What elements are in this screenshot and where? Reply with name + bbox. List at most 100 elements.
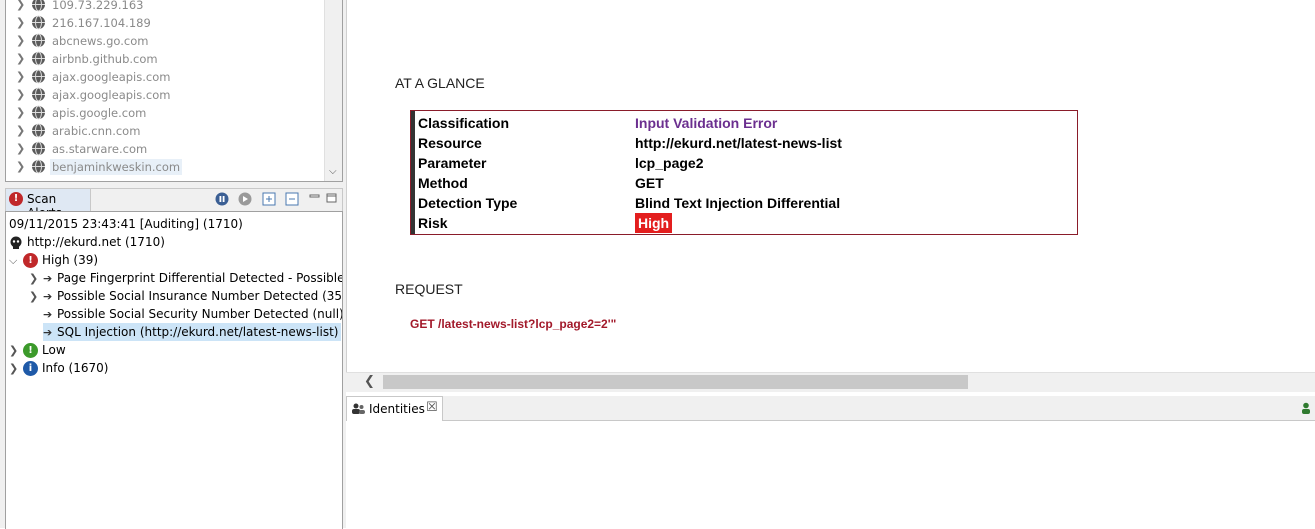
chevron-down-icon[interactable]: ⌵ — [9, 252, 23, 270]
play-icon[interactable] — [238, 192, 252, 206]
host-item[interactable]: ❯ as.starware.com — [6, 140, 326, 158]
pause-icon[interactable] — [215, 192, 229, 206]
globe-icon — [32, 33, 45, 48]
globe-icon — [32, 51, 45, 66]
left-column: ❯ 109.73.229.163 ❯ 216.167.104.189 ❯ abc… — [0, 0, 346, 529]
chevron-right-icon[interactable]: ❯ — [16, 161, 28, 173]
chevron-right-icon[interactable]: ❯ — [16, 143, 28, 155]
row-key: Parameter — [418, 155, 487, 171]
minimize-icon[interactable] — [308, 192, 322, 206]
row-value: Blind Text Injection Differential — [635, 195, 841, 211]
alerts-tab-bar: ! Scan Alerts — [5, 188, 343, 220]
request-line: GET /latest-news-list?lcp_page2=2'" — [410, 317, 617, 331]
maximize-icon[interactable] — [325, 192, 339, 206]
host-item-selected[interactable]: ❯ benjaminkweskin.com — [6, 158, 326, 176]
host-item[interactable]: ❯ apis.google.com — [6, 104, 326, 122]
chevron-down-icon[interactable]: ⌵ — [329, 166, 337, 177]
session-node[interactable]: 09/11/2015 23:43:41 [Auditing] (1710) — [9, 215, 243, 233]
identities-tab-bar: Identities ☒ — [346, 396, 1315, 421]
collapse-all-icon[interactable] — [285, 192, 299, 206]
host-item[interactable]: ❯ airbnb.github.com — [6, 50, 326, 68]
chevron-right-icon[interactable]: ❯ — [29, 270, 43, 288]
globe-icon — [32, 105, 45, 120]
host-label: arabic.cnn.com — [52, 124, 141, 138]
chevron-right-icon[interactable]: ❯ — [16, 107, 28, 119]
alert-item-label: Page Fingerprint Differential Detected -… — [57, 271, 343, 285]
scrollbar-thumb[interactable] — [383, 375, 968, 389]
arrow-right-icon: ➔ — [43, 272, 53, 285]
tab-label: Identities — [369, 402, 425, 416]
glance-heading: AT A GLANCE — [395, 75, 485, 91]
host-item[interactable]: ❯ 109.73.229.163 — [6, 0, 326, 14]
host-item[interactable]: ❯ ajax.googleapis.com — [6, 68, 326, 86]
chevron-right-icon[interactable]: ❯ — [16, 17, 28, 29]
site-node[interactable]: http://ekurd.net (1710) — [9, 233, 165, 251]
chevron-left-icon[interactable]: ❮ — [364, 374, 375, 389]
chevron-right-icon[interactable]: ❯ — [16, 53, 28, 65]
host-label: 109.73.229.163 — [52, 0, 144, 12]
host-item[interactable]: ❯ abcnews.go.com — [6, 32, 326, 50]
chevron-right-icon[interactable]: ❯ — [29, 288, 43, 306]
chevron-right-icon[interactable]: ❯ — [9, 360, 23, 378]
high-node[interactable]: ⌵! High (39) — [9, 251, 98, 269]
chevron-right-icon[interactable]: ❯ — [16, 125, 28, 137]
identities-body — [346, 421, 1315, 528]
host-label: benjaminkweskin.com — [50, 159, 183, 175]
host-item[interactable]: ❯ 216.167.104.189 — [6, 14, 326, 32]
tab-scan-alerts[interactable]: ! Scan Alerts — [6, 189, 91, 220]
row-key: Detection Type — [418, 195, 518, 211]
chevron-right-icon[interactable]: ❯ — [16, 0, 28, 11]
info-label: Info (1670) — [42, 361, 109, 375]
tab-identities[interactable]: Identities ☒ — [346, 396, 443, 421]
add-identity-icon[interactable] — [1301, 402, 1313, 414]
alert-item-label: Possible Social Insurance Number Detecte… — [57, 289, 343, 303]
alert-item-selected[interactable]: ➔ SQL Injection (http://ekurd.net/latest-… — [43, 323, 342, 341]
close-icon[interactable]: ☒ — [426, 400, 438, 415]
info-node[interactable]: ❯ i Info (1670) — [9, 359, 108, 377]
info-icon: i — [23, 361, 38, 376]
alert-item[interactable]: ➔ Possible Social Security Number Detecte… — [43, 305, 343, 323]
host-label: ajax.googleapis.com — [52, 88, 171, 102]
row-key: Resource — [418, 135, 482, 151]
alert-item[interactable]: ❯ ➔ Page Fingerprint Differential Detected… — [29, 269, 343, 288]
chevron-right-icon[interactable]: ❯ — [16, 35, 28, 47]
arrow-right-icon: ➔ — [43, 290, 53, 303]
row-value: lcp_page2 — [635, 155, 704, 171]
alert-item-label: SQL Injection (http://ekurd.net/latest-n… — [57, 325, 339, 339]
host-item[interactable]: ❯ arabic.cnn.com — [6, 122, 326, 140]
host-label: apis.google.com — [52, 106, 147, 120]
glance-row-detection: Detection Type Blind Text Injection Diff… — [418, 193, 1068, 213]
request-heading: REQUEST — [395, 281, 463, 297]
host-label: abcnews.go.com — [52, 34, 149, 48]
expand-all-icon[interactable] — [262, 192, 276, 206]
report-view: AT A GLANCE Classification Input Validat… — [346, 0, 1315, 372]
host-label: airbnb.github.com — [52, 52, 158, 66]
glance-row-parameter: Parameter lcp_page2 — [418, 153, 1068, 173]
host-item[interactable]: ❯ ajax.googleapis.com — [6, 86, 326, 104]
globe-icon — [32, 0, 45, 12]
glance-row-method: Method GET — [418, 173, 1068, 193]
chevron-right-icon[interactable]: ❯ — [16, 71, 28, 83]
exclamation-icon: ! — [23, 253, 38, 268]
low-label: Low — [42, 343, 66, 357]
glance-row-resource: Resource http://ekurd.net/latest-news-li… — [418, 133, 1068, 153]
arrow-right-icon: ➔ — [43, 308, 53, 321]
chevron-right-icon[interactable]: ❯ — [16, 89, 28, 101]
low-node[interactable]: ❯! Low — [9, 341, 66, 359]
row-key: Risk — [418, 215, 448, 231]
host-vertical-scrollbar[interactable]: ⌵ — [324, 0, 342, 181]
row-key: Classification — [418, 115, 510, 131]
site-icon — [10, 236, 22, 249]
globe-icon — [32, 15, 45, 30]
chevron-right-icon[interactable]: ❯ — [9, 342, 23, 360]
glance-row-risk: Risk High — [418, 213, 1068, 233]
high-label: High (39) — [42, 253, 99, 267]
alert-item[interactable]: ❯ ➔ Possible Social Insurance Number Detec… — [29, 287, 343, 306]
alert-icon: ! — [9, 192, 23, 206]
globe-icon — [32, 87, 45, 102]
host-tree-panel: ❯ 109.73.229.163 ❯ 216.167.104.189 ❯ abc… — [5, 0, 343, 182]
alert-item-label: Possible Social Security Number Detected… — [57, 307, 343, 321]
report-horizontal-scrollbar[interactable]: ❮ — [346, 372, 1315, 392]
glance-table: Classification Input Validation Error Re… — [410, 110, 1078, 235]
host-label: as.starware.com — [52, 142, 148, 156]
